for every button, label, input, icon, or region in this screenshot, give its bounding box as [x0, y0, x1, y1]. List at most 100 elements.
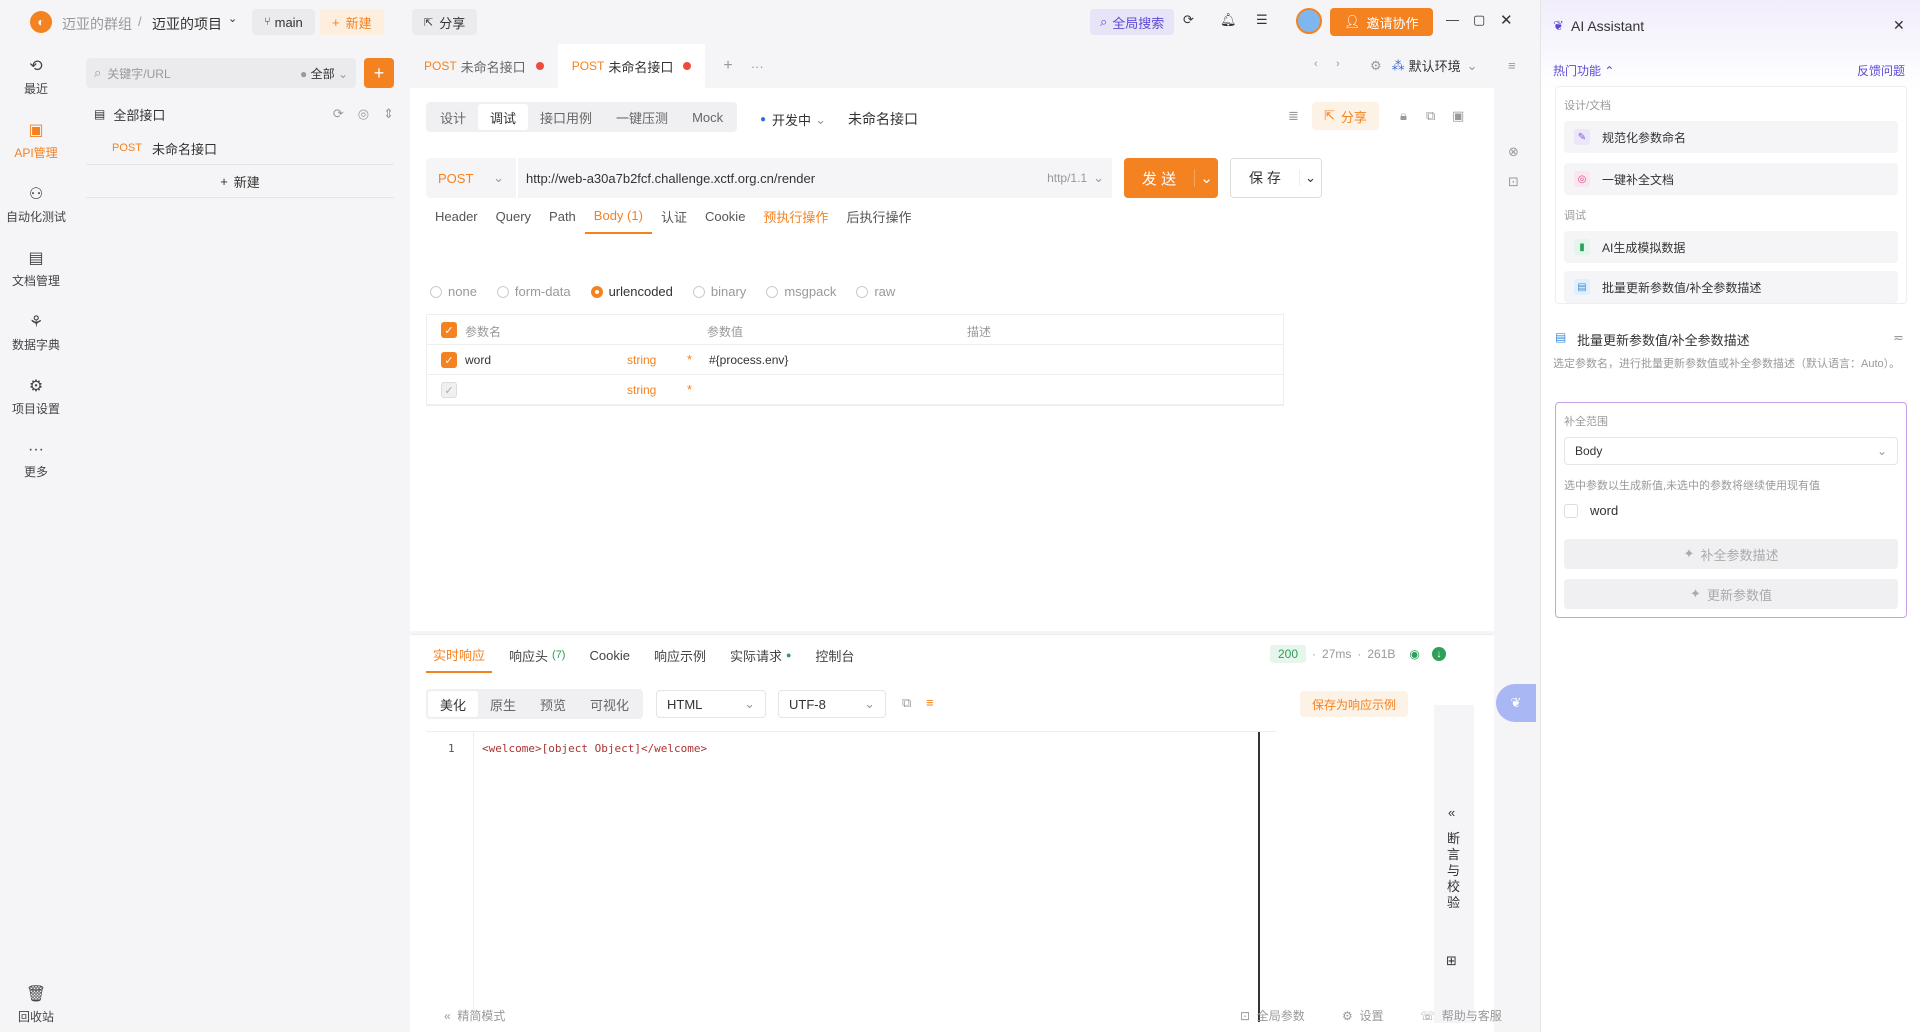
request-tab[interactable]: Query	[487, 198, 540, 234]
tree-item[interactable]: POST 未命名接口	[112, 136, 217, 160]
param-name[interactable]: word	[465, 353, 491, 367]
response-tab[interactable]: 实时响应	[426, 637, 493, 673]
status-selector[interactable]: ● 开发中 ⌄	[760, 110, 826, 129]
invite-button[interactable]: 👤︎ 邀请协作	[1330, 8, 1433, 36]
share-button[interactable]: ⇱ 分享	[412, 9, 478, 35]
mode-tab[interactable]: 接口用例	[528, 104, 604, 130]
maximize-icon[interactable]: ▢	[1473, 12, 1485, 28]
nav-item-history[interactable]: ⟲ 最近	[0, 44, 72, 108]
response-view-tab[interactable]: 可视化	[578, 691, 641, 717]
response-tab[interactable]: Cookie	[582, 637, 636, 673]
required-star-icon[interactable]: *	[687, 382, 692, 397]
hot-features-toggle[interactable]: 热门功能 ⌃	[1553, 62, 1614, 79]
settings-sliders-icon[interactable]: ≂	[1893, 330, 1904, 346]
tree-new-button[interactable]: + 新建	[86, 164, 394, 198]
select-all-checkbox[interactable]: ✓	[441, 322, 457, 338]
mode-tab[interactable]: Mock	[680, 104, 735, 130]
nav-item-dictionary[interactable]: ⚘ 数据字典	[0, 300, 72, 364]
format-select[interactable]: HTML ⌄	[656, 690, 766, 718]
response-tab[interactable]: 实际请求 ●	[723, 637, 798, 673]
close-icon[interactable]: ✕	[1893, 17, 1905, 34]
request-tab[interactable]: 预执行操作	[754, 198, 837, 234]
doc-tab[interactable]: POST 未命名接口	[410, 44, 558, 88]
url-input[interactable]: http://web-a30a7b2fcf.challenge.xctf.org…	[518, 158, 1112, 198]
nav-item-more[interactable]: ··· 更多	[0, 428, 72, 492]
share-api-button[interactable]: ⇱ 分享	[1312, 102, 1379, 130]
mode-tab[interactable]: 调试	[478, 104, 529, 130]
param-value[interactable]: #{process.env}	[709, 353, 788, 367]
response-tab[interactable]: 响应头 (7)	[502, 637, 572, 673]
nav-item-recycle-bin[interactable]: 🗑︎ 回收站	[0, 972, 72, 1032]
row-checkbox[interactable]: ✓	[441, 352, 457, 368]
layout-icon[interactable]: ⊞	[1446, 953, 1457, 969]
feature-mock-data[interactable]: ▮ AI生成模拟数据	[1564, 231, 1898, 263]
locate-icon[interactable]: ◎	[358, 106, 369, 122]
team-name[interactable]: 迈亚的群组	[62, 14, 132, 34]
filter-select[interactable]: ● 全部 ⌄	[300, 65, 348, 82]
sync-icon[interactable]: ⟳	[333, 106, 344, 122]
response-tab[interactable]: 控制台	[808, 637, 861, 673]
feedback-link[interactable]: 反馈问题	[1857, 62, 1905, 79]
tree-root[interactable]: ▤ 全部接口 ⟳ ◎ ⇕	[94, 102, 394, 126]
collapse-icon[interactable]: ⇕	[383, 106, 394, 122]
body-type-radio[interactable]: binary	[692, 284, 746, 299]
param-type[interactable]: string	[627, 383, 656, 397]
avatar[interactable]	[1296, 8, 1322, 34]
param-checkbox[interactable]	[1564, 503, 1578, 518]
send-button[interactable]: 发 送 ⌄	[1124, 158, 1218, 198]
settings-button[interactable]: ⚙ 设置	[1342, 1007, 1383, 1024]
menu-icon[interactable]: ≡	[1508, 58, 1516, 73]
nav-item-document[interactable]: ▤ 文档管理	[0, 236, 72, 300]
help-button[interactable]: ☏ 帮助与客服	[1420, 1007, 1502, 1024]
globe-icon[interactable]: ◉	[1409, 647, 1419, 661]
project-name[interactable]: 迈亚的项目	[152, 14, 222, 34]
chevron-down-icon[interactable]: ⌄	[1299, 170, 1321, 186]
add-tab-icon[interactable]: +	[723, 57, 732, 75]
row-checkbox[interactable]: ✓	[441, 382, 457, 398]
method-select[interactable]: POST ⌄	[426, 158, 516, 198]
env-selector[interactable]: ⚙ ⁂ 默认环境 ⌄	[1370, 56, 1478, 75]
notes-icon[interactable]: ☰	[1256, 12, 1268, 28]
next-tab-icon[interactable]: ›	[1336, 58, 1340, 70]
prev-tab-icon[interactable]: ‹	[1314, 58, 1318, 70]
bell-icon[interactable]: 🔔︎	[1220, 12, 1237, 28]
request-tab[interactable]: Cookie	[696, 198, 754, 234]
scope-select[interactable]: Body ⌄	[1564, 437, 1898, 465]
copy-icon[interactable]: ⧉	[902, 695, 911, 711]
request-tab[interactable]: Body (1)	[584, 198, 652, 234]
refresh-icon[interactable]: ⟳	[1183, 12, 1194, 28]
response-tab[interactable]: 响应示例	[647, 637, 713, 673]
global-search-button[interactable]: ⌕ 全局搜索	[1090, 9, 1175, 35]
body-type-radio[interactable]: msgpack	[766, 284, 836, 299]
update-values-button[interactable]: ✦ 更新参数值	[1564, 579, 1898, 609]
format-icon[interactable]: ≣	[1288, 108, 1299, 124]
new-button[interactable]: + 新建	[320, 9, 384, 35]
panel-code-icon[interactable]: ⊡	[1508, 174, 1519, 190]
save-button[interactable]: 保 存 ⌄	[1230, 158, 1322, 198]
ai-assistant-toggle[interactable]: ❦	[1496, 684, 1536, 722]
lock-icon[interactable]: 🔒︎	[1400, 108, 1407, 124]
nav-item-settings[interactable]: ⚙ 项目设置	[0, 364, 72, 428]
body-type-radio[interactable]: raw	[856, 284, 895, 299]
response-view-tab[interactable]: 美化	[428, 691, 479, 717]
param-type[interactable]: string	[627, 353, 656, 367]
encoding-select[interactable]: UTF-8 ⌄	[778, 690, 886, 718]
feature-normalize-params[interactable]: ✎ 规范化参数命名	[1564, 121, 1898, 153]
doc-tab-active[interactable]: POST 未命名接口	[557, 44, 706, 88]
response-view-tab[interactable]: 原生	[478, 691, 528, 717]
app-logo-icon[interactable]: ◐	[30, 11, 52, 33]
panel-close-icon[interactable]: ⊗	[1508, 144, 1519, 160]
param-option[interactable]: word	[1564, 503, 1618, 518]
save-example-button[interactable]: 保存为响应示例	[1300, 691, 1409, 717]
body-type-radio[interactable]: form-data	[496, 284, 571, 299]
add-button[interactable]: +	[364, 58, 394, 88]
request-tab[interactable]: Header	[426, 198, 487, 234]
save-icon[interactable]: ▣	[1452, 108, 1464, 124]
complete-desc-button[interactable]: ✦ 补全参数描述	[1564, 539, 1898, 569]
request-tab[interactable]: 后执行操作	[837, 198, 920, 234]
body-type-radio[interactable]: none	[430, 284, 477, 299]
tree-search-input[interactable]: ⌕ 关键字/URL ● 全部 ⌄	[86, 58, 356, 88]
chevron-down-icon[interactable]: ⌄	[228, 12, 237, 25]
mode-tab[interactable]: 一键压测	[604, 104, 680, 130]
response-view-tab[interactable]: 预览	[528, 691, 578, 717]
